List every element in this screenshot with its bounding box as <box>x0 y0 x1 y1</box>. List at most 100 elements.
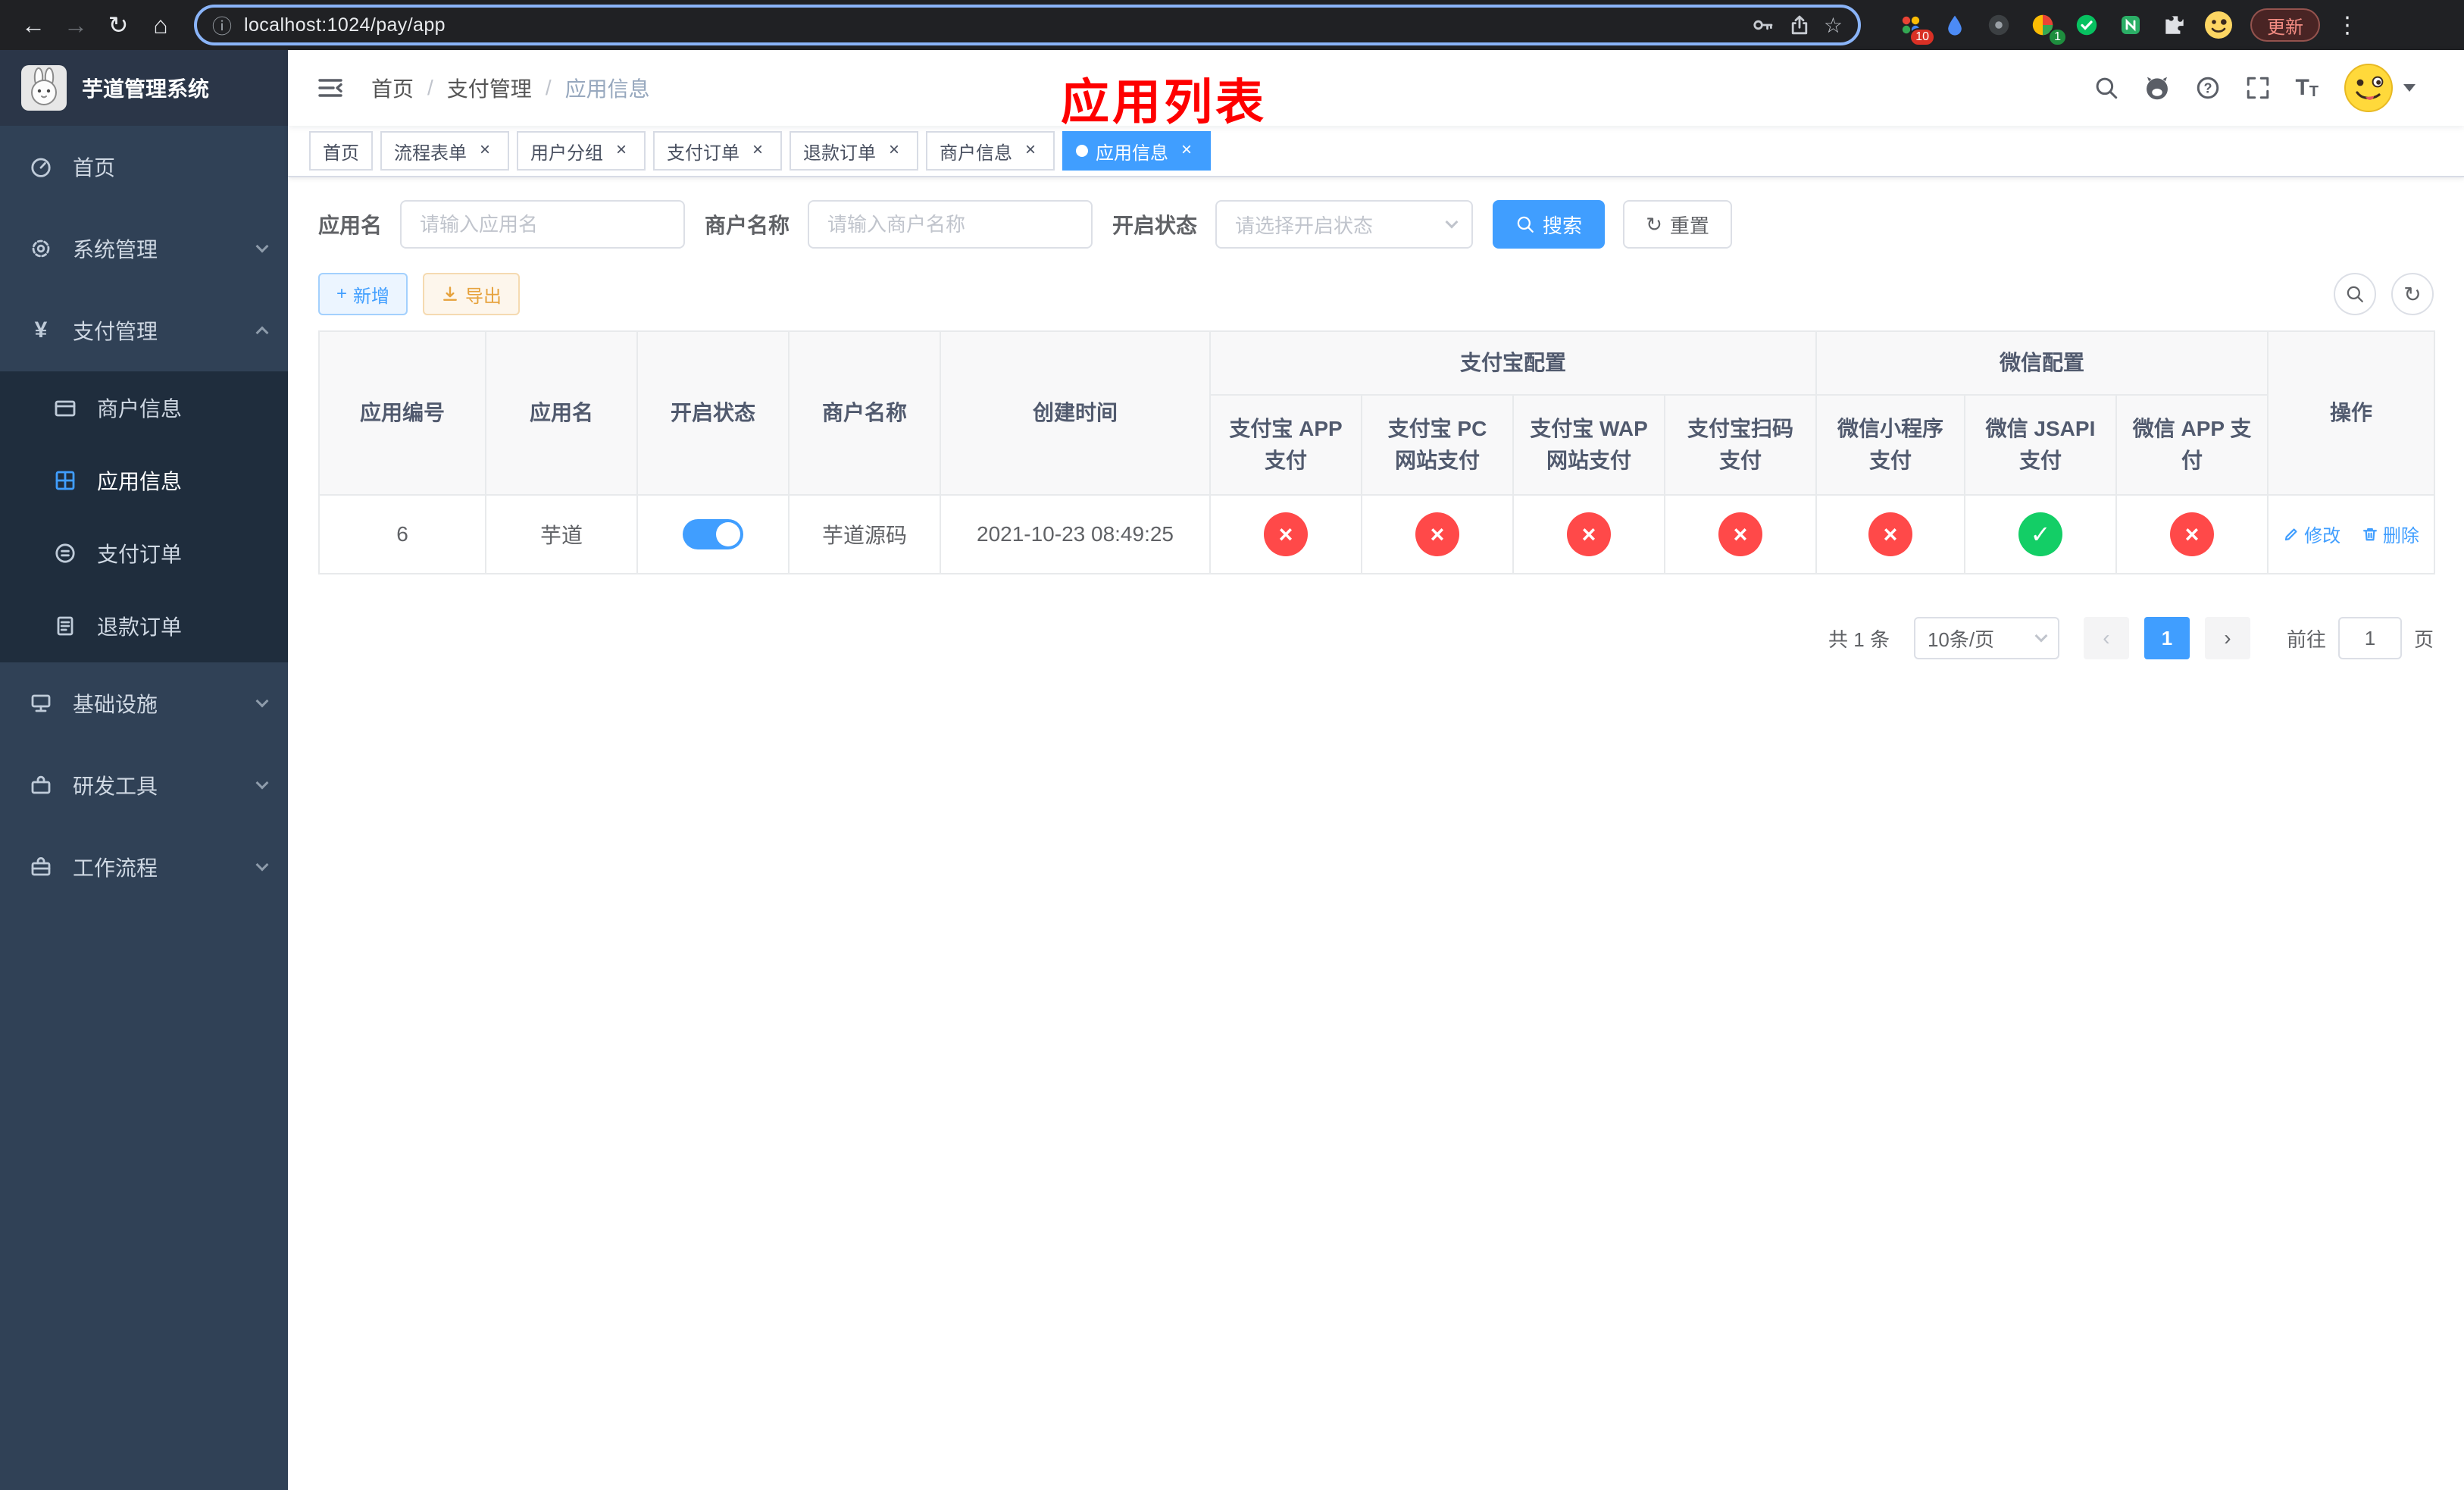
sidebar-item-refund-orders[interactable]: 退款订单 <box>0 590 288 662</box>
sidebar-item-system[interactable]: 系统管理 <box>0 208 288 290</box>
col-group-alipay: 支付宝配置 <box>1209 330 1818 396</box>
navbar-actions: ? TT <box>2093 62 2437 114</box>
sidebar-item-infrastructure[interactable]: 基础设施 <box>0 662 288 744</box>
main-area: 应用列表 首页 / 支付管理 / 应用信息 ? T T 首页 流程表单 × 用户… <box>288 50 2464 1490</box>
toggle-knob <box>716 522 740 546</box>
docs-question-icon[interactable]: ? <box>2195 75 2221 101</box>
extension-green-check-icon[interactable] <box>2070 8 2103 42</box>
extension-green-square-icon[interactable] <box>2114 8 2147 42</box>
export-button[interactable]: 导出 <box>423 273 521 315</box>
sidebar-item-label: 系统管理 <box>73 238 158 261</box>
delete-link[interactable]: 删除 <box>2362 521 2419 547</box>
col-wx-lite: 微信小程序支付 <box>1815 394 1966 496</box>
sidebar-item-payment[interactable]: ¥ 支付管理 <box>0 290 288 371</box>
tab-app-info[interactable]: 应用信息 × <box>1062 131 1211 171</box>
fullscreen-icon[interactable] <box>2245 75 2271 101</box>
tab-label: 首页 <box>323 142 359 164</box>
col-create-time: 创建时间 <box>940 330 1211 496</box>
goto-page-input[interactable] <box>2337 617 2402 659</box>
password-key-icon[interactable] <box>1751 13 1775 37</box>
col-merchant: 商户名称 <box>788 330 941 496</box>
sidebar-item-label: 应用信息 <box>97 470 183 493</box>
browser-profile-avatar[interactable] <box>2202 8 2235 42</box>
sidebar-item-home[interactable]: 首页 <box>0 126 288 208</box>
monitor-icon <box>27 691 55 715</box>
sidebar-logo[interactable]: 芋道管理系统 <box>0 50 288 126</box>
tab-close-icon[interactable]: × <box>747 140 768 161</box>
add-button[interactable]: + 新增 <box>318 273 408 315</box>
active-tab-dot <box>1076 145 1088 157</box>
goto-page: 前往 页 <box>2287 617 2434 659</box>
yen-icon: ¥ <box>34 318 48 343</box>
download-icon <box>443 286 457 301</box>
search-button[interactable]: 搜索 <box>1493 200 1606 249</box>
edit-link[interactable]: 修改 <box>2283 521 2340 547</box>
sidebar-item-workflow[interactable]: 工作流程 <box>0 826 288 908</box>
tab-close-icon[interactable]: × <box>883 140 905 161</box>
order-circle-icon <box>52 541 79 565</box>
extension-dark-circle-icon[interactable] <box>1982 8 2015 42</box>
sidebar-item-merchant-info[interactable]: 商户信息 <box>0 371 288 444</box>
sidebar-item-label: 退款订单 <box>97 615 183 639</box>
reset-button[interactable]: ↻ 重置 <box>1623 200 1732 249</box>
page-size-value: 10条/页 <box>1927 628 1995 651</box>
page-size-select[interactable]: 10条/页 <box>1913 617 2059 659</box>
sidebar-item-dev-tools[interactable]: 研发工具 <box>0 744 288 826</box>
refresh-table-button[interactable]: ↻ <box>2391 273 2434 315</box>
col-app-id: 应用编号 <box>318 330 486 496</box>
sidebar-item-label: 支付订单 <box>97 543 183 566</box>
tab-close-icon[interactable]: × <box>474 140 496 161</box>
sidebar-item-pay-orders[interactable]: 支付订单 <box>0 517 288 590</box>
site-info-icon[interactable]: ⓘ <box>212 11 232 39</box>
tab-process-form[interactable]: 流程表单 × <box>380 131 509 171</box>
browser-back-icon[interactable]: ← <box>12 4 55 46</box>
browser-home-icon[interactable]: ⌂ <box>139 4 182 46</box>
merchant-name-input[interactable] <box>808 200 1093 249</box>
next-page-button[interactable]: › <box>2204 617 2250 659</box>
status-toggle[interactable] <box>683 519 743 549</box>
toggle-search-icon-button[interactable] <box>2334 273 2376 315</box>
share-icon[interactable] <box>1787 13 1812 37</box>
tab-home[interactable]: 首页 <box>309 131 373 171</box>
extension-profile-pie-icon[interactable]: 1 <box>2026 8 2067 46</box>
status-select[interactable]: 请选择开启状态 <box>1215 200 1474 249</box>
tab-user-group[interactable]: 用户分组 × <box>517 131 646 171</box>
font-size-icon[interactable]: TT <box>2295 77 2319 100</box>
sidebar-item-app-info[interactable]: 应用信息 <box>0 444 288 517</box>
address-bar[interactable]: ⓘ localhost:1024/pay/app ☆ <box>194 5 1861 45</box>
search-icon <box>1517 216 1534 233</box>
breadcrumb-payment[interactable]: 支付管理 <box>447 73 532 103</box>
col-ali-app: 支付宝 APP 支付 <box>1209 394 1362 496</box>
tab-close-icon[interactable]: × <box>611 140 632 161</box>
prev-page-button[interactable]: ‹ <box>2083 617 2129 659</box>
tab-close-icon[interactable]: × <box>1176 140 1197 161</box>
breadcrumb-home[interactable]: 首页 <box>371 73 414 103</box>
cell-app-name: 芋道 <box>485 494 638 574</box>
extension-drop-icon[interactable] <box>1938 8 1972 42</box>
tab-pay-orders[interactable]: 支付订单 × <box>653 131 782 171</box>
page-number-1[interactable]: 1 <box>2143 617 2190 659</box>
payment-submenu: 商户信息 应用信息 支付订单 退款订单 <box>0 371 288 662</box>
header-search-icon[interactable] <box>2093 75 2119 101</box>
sidebar-item-label: 研发工具 <box>73 775 158 798</box>
hamburger-icon[interactable] <box>311 70 350 106</box>
github-icon[interactable] <box>2143 74 2171 102</box>
url-text[interactable]: localhost:1024/pay/app <box>244 14 1739 36</box>
tags-view-bar: 首页 流程表单 × 用户分组 × 支付订单 × 退款订单 × 商户信息 × 应用… <box>288 126 2464 177</box>
browser-menu-icon[interactable]: ⋮ <box>2329 12 2366 39</box>
col-ali-pc: 支付宝 PC 网站支付 <box>1361 394 1514 496</box>
browser-forward-icon[interactable]: → <box>55 4 97 46</box>
delete-label: 删除 <box>2382 526 2419 547</box>
tab-close-icon[interactable]: × <box>1020 140 1041 161</box>
breadcrumb-current: 应用信息 <box>564 77 650 101</box>
user-avatar[interactable] <box>2343 62 2416 114</box>
bookmark-star-icon[interactable]: ☆ <box>1824 13 1843 38</box>
logo-rabbit-icon <box>21 65 67 111</box>
extensions-puzzle-icon[interactable] <box>2158 8 2191 42</box>
tab-merchant-info[interactable]: 商户信息 × <box>926 131 1055 171</box>
browser-reload-icon[interactable]: ↻ <box>97 4 139 46</box>
extension-colorgrid-icon[interactable]: 10 <box>1894 8 1935 46</box>
browser-update-button[interactable]: 更新 <box>2250 8 2320 42</box>
tab-refund-orders[interactable]: 退款订单 × <box>790 131 918 171</box>
app-name-input[interactable] <box>400 200 686 249</box>
